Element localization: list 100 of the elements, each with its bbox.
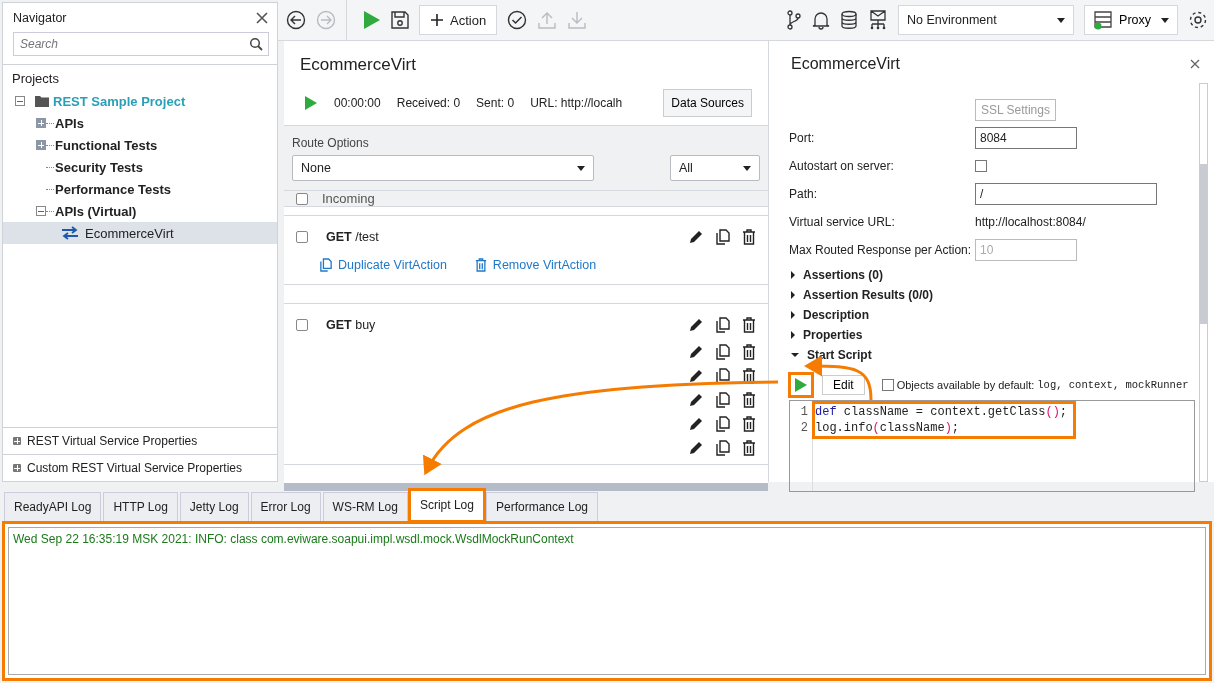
- section-header[interactable]: Description: [789, 305, 1195, 325]
- expand-icon[interactable]: [36, 118, 46, 128]
- data-sources-button[interactable]: Data Sources: [663, 89, 752, 117]
- pencil-icon[interactable]: [688, 344, 704, 360]
- trash-icon[interactable]: [742, 344, 756, 360]
- run-icon[interactable]: [346, 0, 381, 40]
- run-script-icon[interactable]: [791, 375, 811, 395]
- trash-icon[interactable]: [742, 440, 756, 456]
- section-header[interactable]: Properties: [789, 325, 1195, 345]
- settings-icon[interactable]: [1188, 10, 1208, 30]
- copy-icon[interactable]: [716, 440, 730, 456]
- environment-dropdown[interactable]: No Environment: [898, 5, 1075, 35]
- proxy-button[interactable]: Proxy: [1084, 5, 1178, 35]
- trash-icon[interactable]: [742, 317, 756, 333]
- input-field[interactable]: /: [975, 183, 1157, 205]
- copy-icon[interactable]: [716, 344, 730, 360]
- log-line: Wed Sep 22 16:35:19 MSK 2021: INFO: class com.eviware.soapui.impl.wsdl.mock.WsdlMockRunContext: [13, 532, 575, 546]
- tree-heading: Projects: [11, 71, 60, 88]
- action-link[interactable]: Duplicate VirtAction: [320, 258, 447, 272]
- field-label: Autostart on server:: [789, 159, 895, 173]
- checkbox[interactable]: [975, 160, 987, 172]
- field-label: Virtual service URL:: [789, 215, 896, 229]
- tree-item[interactable]: Performance Tests: [3, 178, 277, 200]
- code-editor[interactable]: 1 2 def className = context.getClass(); log.info(className);: [789, 400, 1195, 492]
- mail-network-icon[interactable]: [868, 10, 889, 30]
- checkbox[interactable]: [296, 192, 308, 205]
- save-icon[interactable]: [391, 11, 409, 29]
- panel-title: Navigator: [13, 11, 67, 25]
- database-icon[interactable]: [840, 10, 859, 30]
- plus-icon: [430, 13, 444, 27]
- field-label: Path:: [789, 187, 819, 201]
- section-header[interactable]: Assertions (0): [789, 265, 1195, 285]
- log-tab[interactable]: Script Log: [409, 490, 484, 521]
- route-dropdown[interactable]: None: [292, 155, 594, 181]
- pencil-icon[interactable]: [688, 317, 704, 333]
- log-tab[interactable]: Performance Log: [485, 492, 599, 521]
- collapsible-panel[interactable]: REST Virtual Service Properties: [3, 427, 277, 454]
- checkbox[interactable]: [296, 231, 308, 243]
- copy-icon[interactable]: [716, 416, 730, 432]
- checkbox[interactable]: [296, 319, 308, 331]
- pencil-icon[interactable]: [688, 229, 704, 245]
- field-label: Port:: [789, 131, 816, 145]
- check-circle-icon[interactable]: [507, 10, 528, 30]
- copy-icon[interactable]: [716, 392, 730, 408]
- pencil-icon[interactable]: [688, 392, 704, 408]
- pencil-icon[interactable]: [688, 440, 704, 456]
- tree-item[interactable]: Security Tests: [3, 156, 277, 178]
- expand-icon[interactable]: [36, 206, 46, 216]
- collapse-icon[interactable]: [15, 96, 25, 106]
- action-name[interactable]: GET /test: [326, 230, 379, 244]
- search-field[interactable]: Search: [13, 32, 269, 56]
- copy-icon[interactable]: [716, 229, 730, 245]
- tree-item[interactable]: APIs (Virtual): [3, 200, 277, 222]
- bell-icon[interactable]: [812, 10, 831, 30]
- collapsible-panel[interactable]: Custom REST Virtual Service Properties: [3, 454, 277, 481]
- field-label: Route Options: [292, 136, 370, 150]
- trash-icon[interactable]: [742, 416, 756, 432]
- run-icon[interactable]: [304, 95, 318, 111]
- trash-icon[interactable]: [742, 392, 756, 408]
- tree-item[interactable]: APIs: [3, 112, 277, 134]
- close-icon[interactable]: [255, 11, 269, 25]
- search-icon: [249, 37, 263, 51]
- log-tab[interactable]: Jetty Log: [179, 492, 249, 521]
- log-tab[interactable]: ReadyAPI Log: [4, 492, 102, 521]
- editor-title: EcommerceVirt: [300, 55, 417, 75]
- section-header[interactable]: Start Script: [789, 345, 1195, 365]
- checkbox[interactable]: [881, 379, 894, 391]
- filter-dropdown[interactable]: All: [670, 155, 760, 181]
- code-line: def className = context.getClass();: [815, 404, 1068, 420]
- column-header: Incoming: [322, 191, 375, 206]
- trash-icon[interactable]: [742, 368, 756, 384]
- copy-icon[interactable]: [716, 368, 730, 384]
- code-line: log.info(className);: [815, 420, 961, 436]
- pencil-icon[interactable]: [688, 416, 704, 432]
- log-tab[interactable]: WS-RM Log: [322, 492, 408, 521]
- branch-icon[interactable]: [786, 10, 803, 30]
- trash-icon[interactable]: [742, 229, 756, 245]
- line-number: 2: [799, 420, 808, 436]
- copy-icon[interactable]: [716, 317, 730, 333]
- sent-count: Sent: 0: [476, 96, 515, 110]
- tree-item[interactable]: EcommerceVirt: [3, 222, 277, 244]
- section-header[interactable]: Assertion Results (0/0): [789, 285, 1195, 305]
- scrollbar[interactable]: [1199, 83, 1208, 482]
- close-icon[interactable]: [1190, 59, 1200, 69]
- server-icon: [1093, 10, 1114, 30]
- input-field[interactable]: 8084: [975, 127, 1077, 149]
- action-name[interactable]: GET buy: [326, 318, 376, 332]
- expand-icon[interactable]: [36, 140, 46, 150]
- log-tab[interactable]: Error Log: [250, 492, 321, 521]
- log-tab[interactable]: HTTP Log: [103, 492, 178, 521]
- objects-label: Objects available by default:: [896, 379, 1035, 391]
- folder-icon: [35, 95, 49, 107]
- swap-arrows-icon: [61, 226, 79, 240]
- tree-item[interactable]: Functional Tests: [3, 134, 277, 156]
- add-action-button[interactable]: Action: [419, 5, 498, 35]
- objects-list: log, context, mockRunner: [1037, 379, 1189, 391]
- action-link[interactable]: Remove VirtAction: [474, 258, 597, 272]
- pencil-icon[interactable]: [688, 368, 704, 384]
- edit-button[interactable]: Edit: [822, 375, 865, 395]
- inspector-title: EcommerceVirt: [791, 55, 901, 73]
